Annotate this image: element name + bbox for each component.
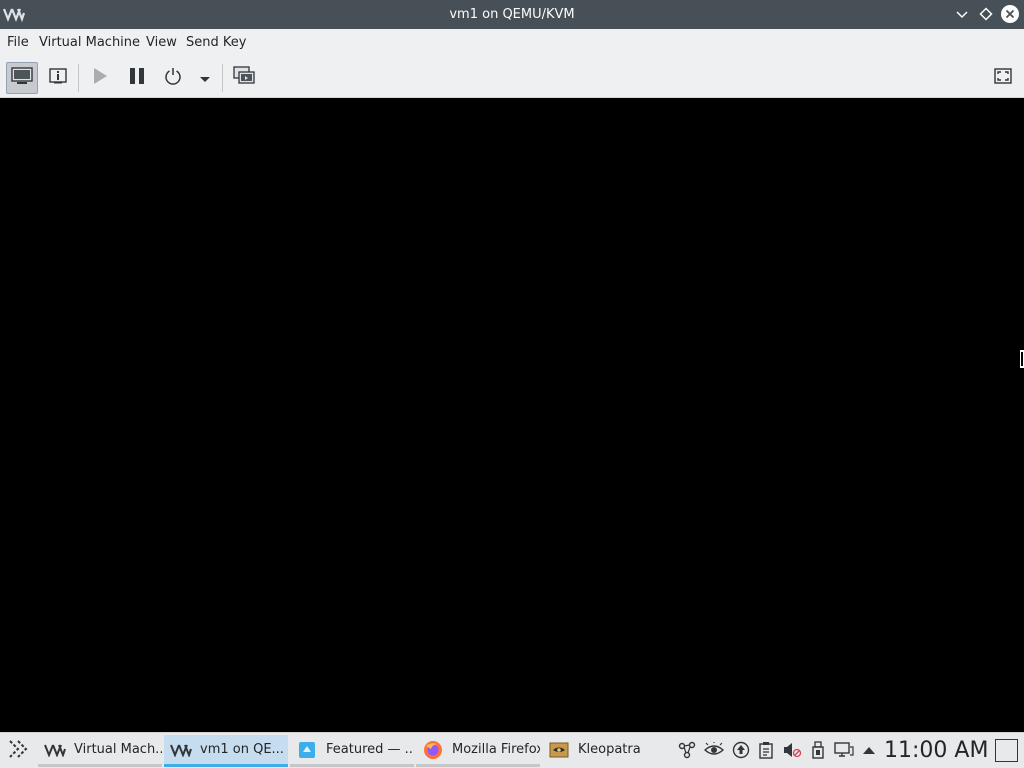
usb-device-icon[interactable] [807, 739, 829, 761]
task-label: Featured — ... [326, 742, 414, 757]
firefox-icon [422, 740, 444, 760]
discover-icon [296, 740, 318, 760]
update-icon[interactable] [730, 739, 752, 761]
minimize-button[interactable] [952, 4, 972, 24]
virt-manager-icon [170, 740, 192, 760]
maximize-button[interactable] [976, 4, 996, 24]
virt-manager-icon [44, 740, 66, 760]
window-titlebar[interactable]: vm1 on QEMU/KVM [0, 0, 1024, 29]
task-vm1-console[interactable]: vm1 on QE... [164, 735, 288, 767]
expand-tray-icon[interactable] [858, 739, 880, 761]
volume-muted-icon[interactable] [781, 739, 803, 761]
mouse-cursor-icon [1020, 350, 1024, 368]
toolbar [0, 57, 1024, 98]
task-label: Kleopatra [578, 742, 641, 757]
task-kleopatra[interactable]: Kleopatra [542, 735, 666, 767]
task-discover-featured[interactable]: Featured — ... [290, 735, 414, 767]
snapshots-button[interactable] [228, 62, 260, 94]
clipboard-icon[interactable] [755, 739, 777, 761]
task-mozilla-firefox[interactable]: Mozilla Firefox [416, 735, 540, 767]
pause-button[interactable] [121, 62, 153, 94]
close-icon [1001, 5, 1019, 23]
show-desktop-button[interactable] [995, 739, 1018, 762]
chevron-down-icon [199, 69, 211, 88]
toolbar-separator [222, 64, 223, 92]
eye-icon[interactable] [703, 739, 725, 761]
window-title: vm1 on QEMU/KVM [449, 7, 575, 22]
task-label: vm1 on QE... [200, 742, 284, 757]
run-button[interactable] [84, 62, 116, 94]
task-virtual-machine-manager[interactable]: Virtual Mach... [38, 735, 162, 767]
menu-virtual-machine[interactable]: Virtual Machine [38, 29, 141, 57]
fullscreen-icon [994, 68, 1012, 88]
snapshots-icon [233, 66, 255, 90]
console-view-button[interactable] [6, 62, 38, 94]
fullscreen-button[interactable] [987, 62, 1019, 94]
launcher-icon [6, 737, 30, 765]
menu-send-key[interactable]: Send Key [185, 29, 247, 57]
menubar: File Virtual Machine View Send Key [0, 29, 1024, 57]
details-view-button[interactable] [42, 62, 74, 94]
vm-console-display[interactable] [0, 99, 1024, 732]
task-label: Mozilla Firefox [452, 742, 540, 757]
monitor-icon [11, 67, 33, 89]
pause-icon [128, 67, 146, 89]
menu-file[interactable]: File [6, 29, 30, 57]
close-button[interactable] [1000, 4, 1020, 24]
network-share-icon[interactable] [676, 739, 698, 761]
shutdown-menu-button[interactable] [189, 62, 221, 94]
clock[interactable]: 11:00 AM [884, 733, 988, 768]
task-label: Virtual Mach... [74, 742, 162, 757]
power-icon [164, 67, 182, 89]
kleopatra-icon [548, 740, 570, 760]
taskbar: Virtual Mach... vm1 on QE... Featured — … [0, 732, 1024, 768]
application-launcher-button[interactable] [4, 737, 32, 765]
shutdown-button[interactable] [157, 62, 189, 94]
info-icon [48, 67, 68, 89]
toolbar-separator [78, 64, 79, 92]
play-icon [91, 67, 109, 89]
menu-view[interactable]: View [145, 29, 178, 57]
display-icon[interactable] [833, 739, 855, 761]
